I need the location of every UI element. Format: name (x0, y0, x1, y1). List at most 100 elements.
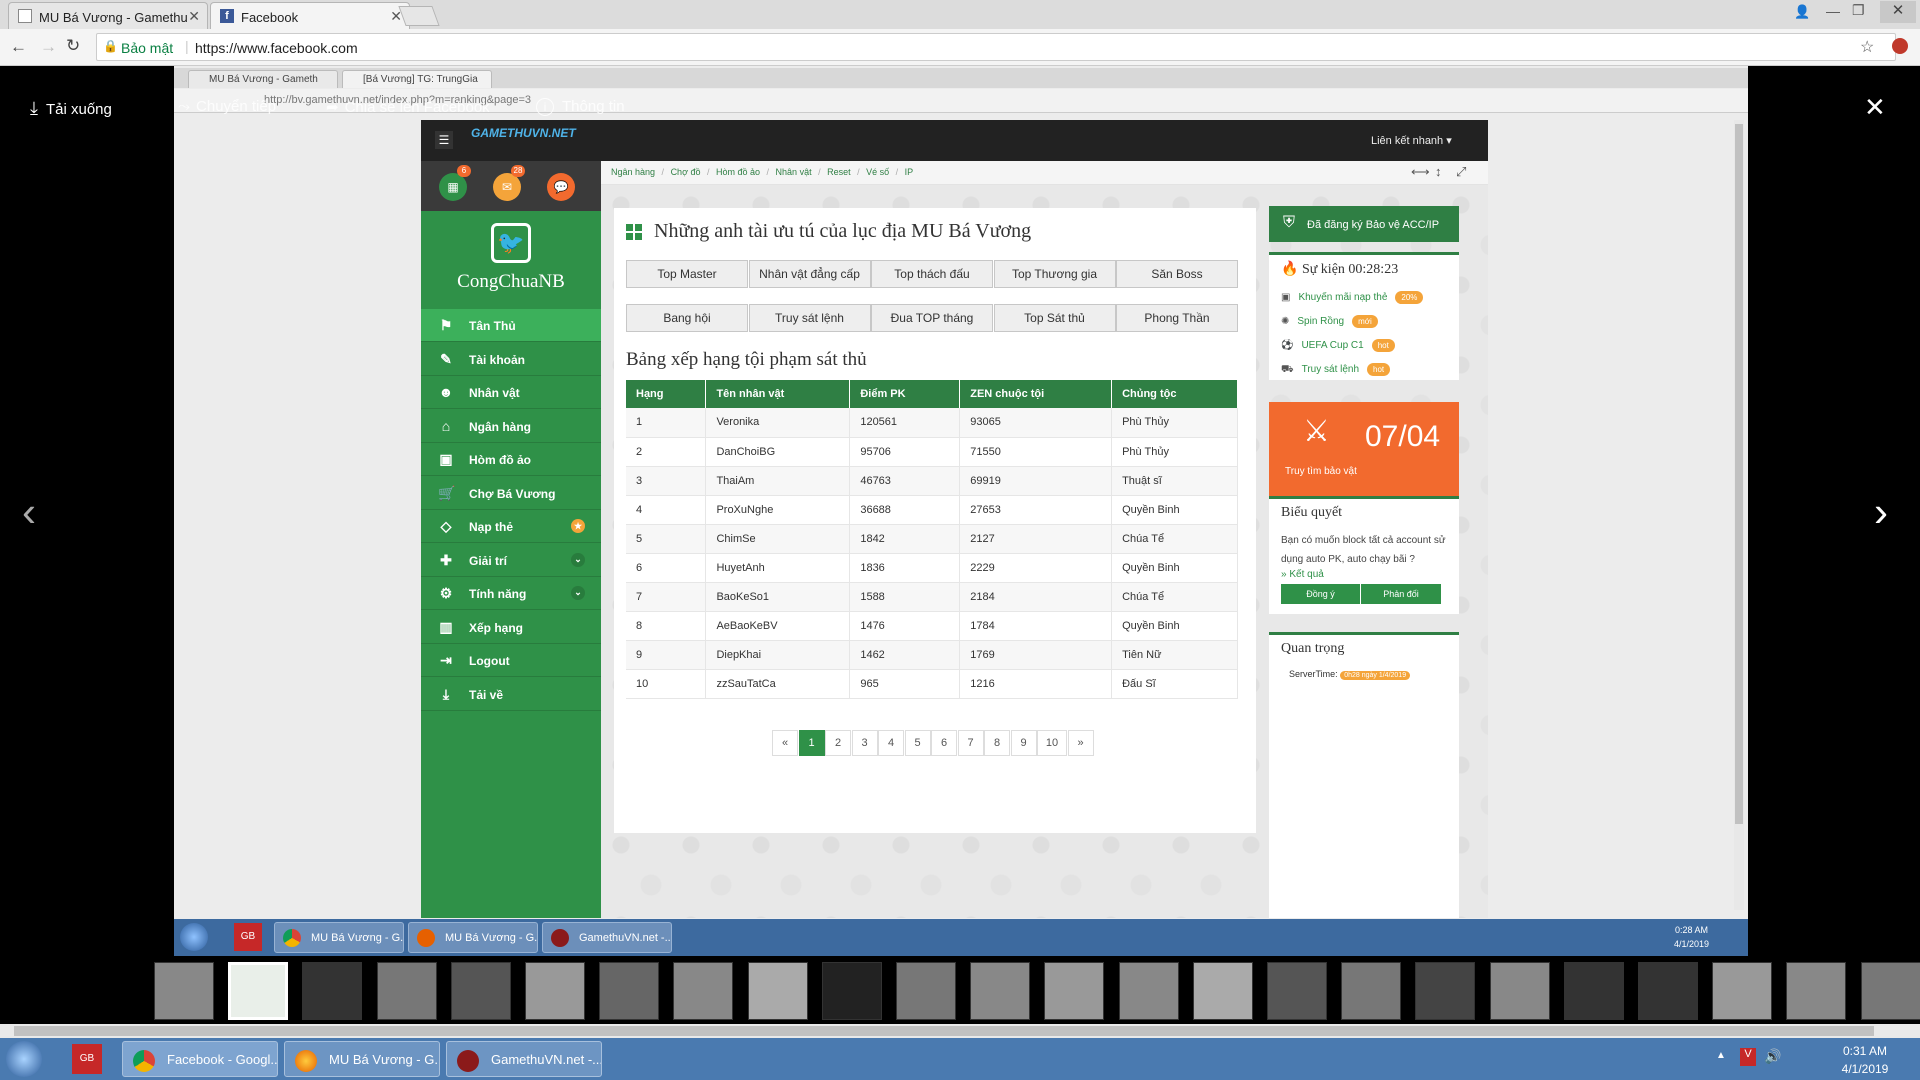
breadcrumb-item[interactable]: Nhân vật (776, 167, 812, 177)
page-button[interactable]: 8 (984, 730, 1010, 756)
back-icon[interactable]: ← (10, 37, 27, 57)
fullscreen-icon[interactable]: ⤢ (1456, 164, 1466, 180)
thumbnail[interactable] (1563, 962, 1624, 1020)
reload-icon[interactable]: ↻ (66, 36, 80, 56)
sidebar-item[interactable]: ✚ Giải trí ⌄ (421, 544, 601, 577)
volume-icon[interactable]: 🔊 (1764, 1048, 1781, 1065)
sidebar-item[interactable]: ⤓ Tải về (421, 678, 601, 711)
download-button[interactable]: ⤓ Tải xuống (30, 98, 112, 120)
treasure-hunt-banner[interactable]: ⚔ 07/04 Truy tìm bảo vật (1269, 402, 1459, 496)
ranking-tab-button[interactable]: Top thách đấu (871, 260, 993, 288)
close-tab-icon[interactable]: ✕ (188, 8, 200, 25)
horizontal-scrollbar[interactable] (0, 1024, 1920, 1038)
breadcrumb-item[interactable]: Hòm đồ ảo (716, 167, 760, 177)
thumbnail[interactable] (599, 962, 660, 1020)
thumbnail[interactable] (896, 962, 956, 1020)
ranking-tab-button[interactable]: Đua TOP tháng (871, 304, 993, 332)
share-facebook-button[interactable]: ➦ Chia sẻ lên Facebook (326, 98, 490, 120)
thumbnail[interactable] (525, 962, 585, 1020)
ranking-tab-button[interactable]: Phong Thần (1116, 304, 1238, 332)
breadcrumb-item[interactable]: Vé số (866, 167, 889, 177)
event-item[interactable]: ✺ Spin Rồng mới (1281, 315, 1451, 339)
ranking-tab-button[interactable]: Truy sát lệnh (748, 304, 871, 332)
thumbnail[interactable] (1489, 962, 1550, 1020)
thumbnail[interactable] (1192, 962, 1253, 1020)
prev-arrow-icon[interactable]: ‹ (22, 488, 36, 536)
thumbnail[interactable] (302, 962, 363, 1020)
page-button[interactable]: 1 (798, 730, 825, 756)
ranking-tab-button[interactable]: Top Master (626, 260, 748, 288)
antivirus-icon[interactable]: V (1740, 1048, 1756, 1066)
thumbnail[interactable] (1415, 962, 1476, 1020)
event-item[interactable]: ⛟ Truy sát lệnh hot (1281, 363, 1451, 387)
page-button[interactable]: 7 (957, 730, 984, 756)
game-launcher-icon[interactable]: GB (72, 1044, 102, 1074)
thumbnail[interactable] (970, 962, 1031, 1020)
close-icon[interactable]: ✕ (1864, 92, 1886, 123)
menu-icon[interactable]: ☰ (435, 131, 453, 149)
browser-tab[interactable]: MU Bá Vương - Gamethu ✕ (8, 2, 208, 29)
poll-no-button[interactable]: Phản đối (1361, 584, 1441, 604)
ranking-tab-button[interactable]: Top Thương gia (993, 260, 1116, 288)
minimize-button[interactable]: — (1826, 3, 1840, 19)
quick-links-dropdown[interactable]: Liên kết nhanh ▾ (1371, 134, 1452, 147)
thumbnail[interactable] (747, 962, 808, 1020)
thumbnail[interactable] (821, 962, 882, 1020)
protect-button[interactable]: ⛨ Đã đăng ký Bảo vệ ACC/IP (1269, 206, 1459, 242)
extension-icon[interactable] (1892, 38, 1908, 54)
thumbnail[interactable] (1712, 962, 1773, 1020)
poll-result-link[interactable]: » Kết quả (1281, 569, 1324, 580)
thumbnail[interactable] (1341, 962, 1402, 1020)
next-arrow-icon[interactable]: › (1874, 488, 1888, 536)
ranking-tab-button[interactable]: Săn Boss (1116, 260, 1238, 288)
thumbnail[interactable] (450, 962, 511, 1020)
twitter-icon[interactable]: 🐦 (491, 223, 531, 263)
ranking-tab-button[interactable]: Top Sát thủ (993, 304, 1116, 332)
forward-icon[interactable]: → (40, 37, 57, 57)
site-logo[interactable]: GAMETHUVN.NET (471, 126, 576, 140)
ranking-tab-button[interactable]: Bang hội (626, 304, 748, 332)
thumbnail[interactable] (1267, 962, 1327, 1020)
sidebar-item[interactable]: ⚑ Tân Thủ (421, 309, 601, 342)
sidebar-item[interactable]: ⌂ Ngân hàng (421, 410, 601, 443)
close-window-button[interactable]: ✕ (1880, 1, 1916, 23)
page-button[interactable]: 4 (878, 730, 904, 756)
calendar-icon[interactable]: ▦ (439, 173, 467, 201)
tray-arrow-icon[interactable]: ▲ (1716, 1050, 1726, 1061)
breadcrumb-item[interactable]: Ngân hàng (611, 167, 655, 177)
thumbnail[interactable] (154, 962, 214, 1020)
sidebar-item[interactable]: ◇ Nạp thẻ ★ (421, 510, 601, 543)
poll-yes-button[interactable]: Đồng ý (1281, 584, 1361, 604)
thumbnail[interactable] (228, 962, 289, 1020)
profile-icon[interactable]: 👤 (1794, 4, 1810, 20)
breadcrumb-item[interactable]: IP (905, 167, 914, 177)
breadcrumb-item[interactable]: Chợ đồ (671, 167, 701, 177)
bookmark-star-icon[interactable]: ☆ (1860, 37, 1874, 57)
page-button[interactable]: 2 (825, 730, 851, 756)
thumbnail[interactable] (376, 962, 437, 1020)
event-item[interactable]: ▣ Khuyến mãi nạp thẻ 20% (1281, 291, 1451, 315)
page-button[interactable]: « (772, 730, 798, 756)
page-button[interactable]: 5 (904, 730, 931, 756)
thumbnail[interactable] (1786, 962, 1847, 1020)
omnibox[interactable]: 🔒 Bảo mật | https://www.facebook.com (96, 33, 1896, 61)
taskbar-item[interactable]: Facebook - Googl... (122, 1041, 278, 1077)
page-button[interactable]: 3 (851, 730, 878, 756)
thumbnail[interactable] (673, 962, 734, 1020)
thumbnail[interactable] (1044, 962, 1105, 1020)
new-tab-button[interactable] (398, 6, 440, 26)
taskbar-item[interactable]: MU Bá Vương - G... (284, 1041, 440, 1077)
ranking-tab-button[interactable]: Nhân vật đẳng cấp (748, 260, 871, 288)
expand-horizontal-icon[interactable]: ⟷ (1411, 164, 1430, 180)
page-button[interactable]: 9 (1010, 730, 1037, 756)
page-button[interactable]: » (1067, 730, 1094, 756)
sidebar-item[interactable]: ⇥ Logout (421, 644, 601, 677)
expand-vertical-icon[interactable]: ↕ (1435, 164, 1442, 179)
page-button[interactable]: 6 (931, 730, 957, 756)
sidebar-item[interactable]: 🛒 Chợ Bá Vương (421, 477, 601, 510)
forward-button[interactable]: ⤳ Chuyển tiếp (178, 98, 276, 120)
mail-icon[interactable]: ✉ (493, 173, 521, 201)
thumbnail[interactable] (1860, 962, 1920, 1020)
sidebar-item[interactable]: ⚙ Tính năng ⌄ (421, 577, 601, 610)
start-button[interactable] (6, 1041, 42, 1077)
